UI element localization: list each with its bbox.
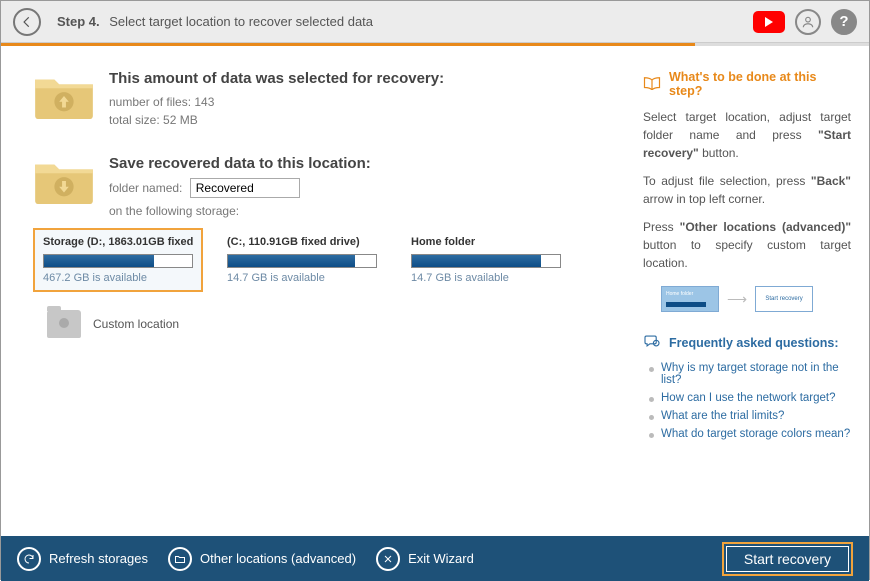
summary-title: This amount of data was selected for rec… bbox=[109, 70, 444, 87]
save-section: Save recovered data to this location: fo… bbox=[33, 155, 623, 220]
arrow-right-icon: ⟶ bbox=[727, 291, 747, 308]
help-p1: Select target location, adjust target fo… bbox=[643, 108, 851, 162]
storage-option-0[interactable]: Storage (D:, 1863.01GB fixed drive) 467.2… bbox=[33, 228, 203, 292]
help-title: What's to be done at this step? bbox=[669, 70, 851, 98]
wizard-footer: Refresh storages Other locations (advanc… bbox=[1, 536, 869, 581]
storage-label: on the following storage: bbox=[109, 202, 623, 220]
faq-item-0[interactable]: Why is my target storage not in the list… bbox=[647, 359, 851, 389]
mini-storage-thumb: Home folder bbox=[661, 286, 719, 312]
files-count: number of files: 143 bbox=[109, 93, 444, 111]
folder-icon bbox=[168, 547, 192, 571]
folder-download-icon bbox=[33, 155, 95, 205]
close-icon bbox=[376, 547, 400, 571]
storage-option-1[interactable]: (C:, 110.91GB fixed drive) 14.7 GB is ava… bbox=[217, 228, 387, 292]
faq-item-3[interactable]: What do target storage colors mean? bbox=[647, 425, 851, 443]
step-description: Select target location to recover select… bbox=[109, 14, 373, 29]
total-size: total size: 52 MB bbox=[109, 111, 444, 129]
folder-name-input[interactable] bbox=[190, 178, 300, 198]
exit-wizard-button[interactable]: Exit Wizard bbox=[376, 547, 474, 571]
main-panel: This amount of data was selected for rec… bbox=[1, 46, 643, 536]
step-title: Step 4. Select target location to recove… bbox=[57, 14, 373, 29]
storage-usage-bar bbox=[43, 254, 193, 268]
save-title: Save recovered data to this location: bbox=[109, 155, 623, 172]
storage-available: 467.2 GB is available bbox=[43, 272, 193, 284]
custom-location-button[interactable]: Custom location bbox=[47, 310, 623, 338]
refresh-icon bbox=[17, 547, 41, 571]
start-recovery-button[interactable]: Start recovery bbox=[722, 542, 853, 576]
help-p3: Press "Other locations (advanced)" butto… bbox=[643, 218, 851, 272]
chat-icon bbox=[643, 334, 661, 351]
youtube-icon[interactable] bbox=[753, 11, 785, 33]
book-icon bbox=[643, 76, 661, 93]
custom-location-label: Custom location bbox=[93, 317, 179, 331]
help-panel: What's to be done at this step? Select t… bbox=[643, 46, 869, 536]
faq-item-2[interactable]: What are the trial limits? bbox=[647, 407, 851, 425]
help-p2: To adjust file selection, press "Back" a… bbox=[643, 172, 851, 208]
faq-list: Why is my target storage not in the list… bbox=[643, 359, 851, 443]
mini-start-thumb: Start recovery bbox=[755, 286, 813, 312]
other-locations-button[interactable]: Other locations (advanced) bbox=[168, 547, 356, 571]
storage-available: 14.7 GB is available bbox=[227, 272, 377, 284]
wizard-header: Step 4. Select target location to recove… bbox=[1, 1, 869, 43]
refresh-storages-button[interactable]: Refresh storages bbox=[17, 547, 148, 571]
folder-upload-icon bbox=[33, 70, 95, 120]
storage-title: Home folder bbox=[411, 236, 561, 248]
storage-option-2[interactable]: Home folder 14.7 GB is available bbox=[401, 228, 571, 292]
help-icon[interactable]: ? bbox=[831, 9, 857, 35]
storage-usage-bar bbox=[411, 254, 561, 268]
storage-title: (C:, 110.91GB fixed drive) bbox=[227, 236, 377, 248]
help-illustration: Home folder ⟶ Start recovery bbox=[661, 286, 851, 312]
folder-label: folder named: bbox=[109, 181, 182, 195]
step-number: Step 4. bbox=[57, 14, 100, 29]
storage-options: Storage (D:, 1863.01GB fixed drive) 467.2… bbox=[33, 228, 623, 292]
faq-item-1[interactable]: How can I use the network target? bbox=[647, 389, 851, 407]
storage-available: 14.7 GB is available bbox=[411, 272, 561, 284]
summary-section: This amount of data was selected for rec… bbox=[33, 70, 623, 129]
back-button[interactable] bbox=[13, 8, 41, 36]
storage-title: Storage (D:, 1863.01GB fixed drive) bbox=[43, 236, 193, 248]
folder-grey-icon bbox=[47, 310, 81, 338]
storage-usage-bar bbox=[227, 254, 377, 268]
arrow-left-icon bbox=[20, 15, 34, 29]
account-icon[interactable] bbox=[795, 9, 821, 35]
faq-title: Frequently asked questions: bbox=[669, 336, 838, 350]
